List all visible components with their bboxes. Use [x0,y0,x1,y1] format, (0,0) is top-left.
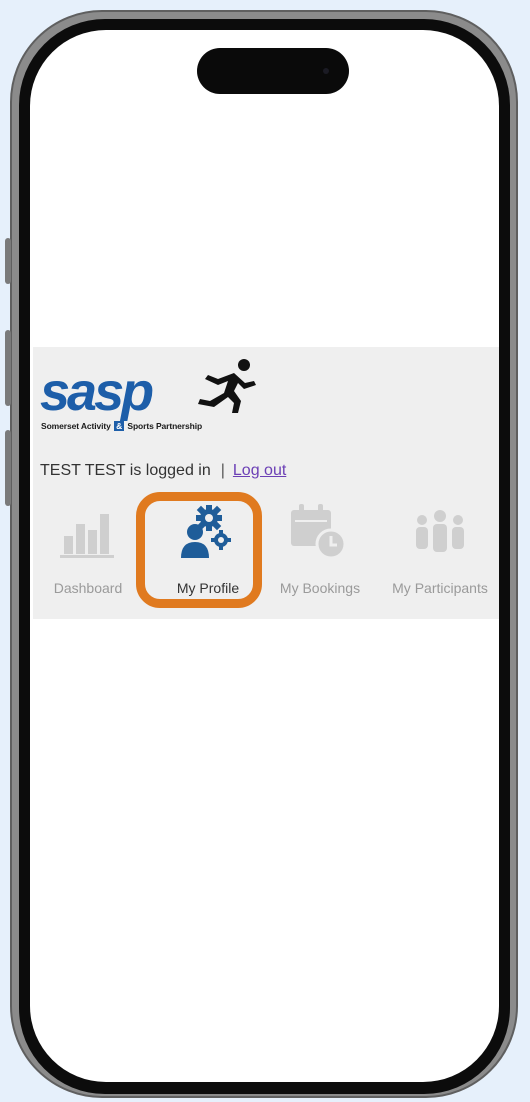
my-profile-highlight [136,492,262,608]
logo-tagline-ampersand: & [114,421,125,431]
calendar-clock-icon [291,504,347,560]
nav-item-my-bookings[interactable]: My Bookings [269,502,371,602]
logo-tagline: Somerset Activity & Sports Partnership [41,421,202,431]
logged-in-text: TEST TEST is logged in [40,462,211,479]
nav-item-my-participants[interactable]: My Participants [379,502,499,602]
runner-icon [198,359,256,413]
group-icon [416,510,464,552]
app-header-panel: sasp Somerset Activity & Sports Partners… [33,347,499,619]
nav-label-dashboard: Dashboard [53,580,123,596]
sasp-logo[interactable]: sasp Somerset Activity & Sports Partners… [40,357,280,439]
dynamic-island [197,48,349,94]
logout-link[interactable]: Log out [233,462,286,479]
nav-label-my-participants: My Participants [392,580,488,596]
phone-volume-up-button [5,330,11,406]
bar-chart-icon [60,514,114,558]
nav-item-dashboard[interactable]: Dashboard [41,502,135,602]
phone-volume-down-button [5,430,11,506]
logo-tagline-right: Sports Partnership [127,421,203,431]
logo-tagline-left: Somerset Activity [41,421,111,431]
camera-icon [323,68,329,74]
main-nav: Dashboard My Profile My Bookings My Part… [33,502,499,612]
logo-wordmark: sasp [40,362,154,422]
phone-side-button [5,238,11,284]
phone-screen: sasp Somerset Activity & Sports Partners… [30,30,499,1082]
nav-label-my-bookings: My Bookings [279,580,361,596]
login-status: TEST TEST is logged in | Log out [40,462,286,480]
login-separator: | [220,462,225,479]
